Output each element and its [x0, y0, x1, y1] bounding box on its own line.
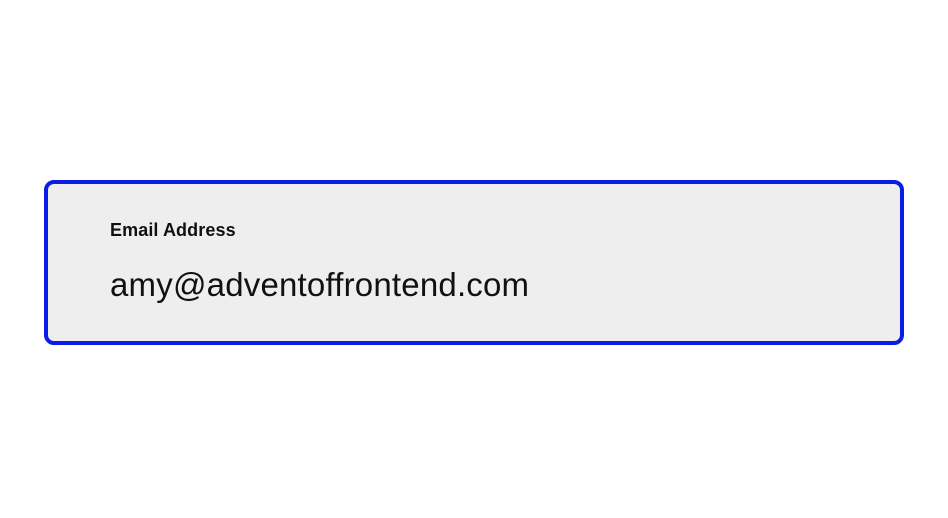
- email-field[interactable]: Email Address amy@adventoffrontend.com: [44, 180, 904, 345]
- email-field-value[interactable]: amy@adventoffrontend.com: [110, 266, 529, 304]
- page: Email Address amy@adventoffrontend.com: [0, 0, 948, 518]
- email-field-label: Email Address: [110, 220, 236, 240]
